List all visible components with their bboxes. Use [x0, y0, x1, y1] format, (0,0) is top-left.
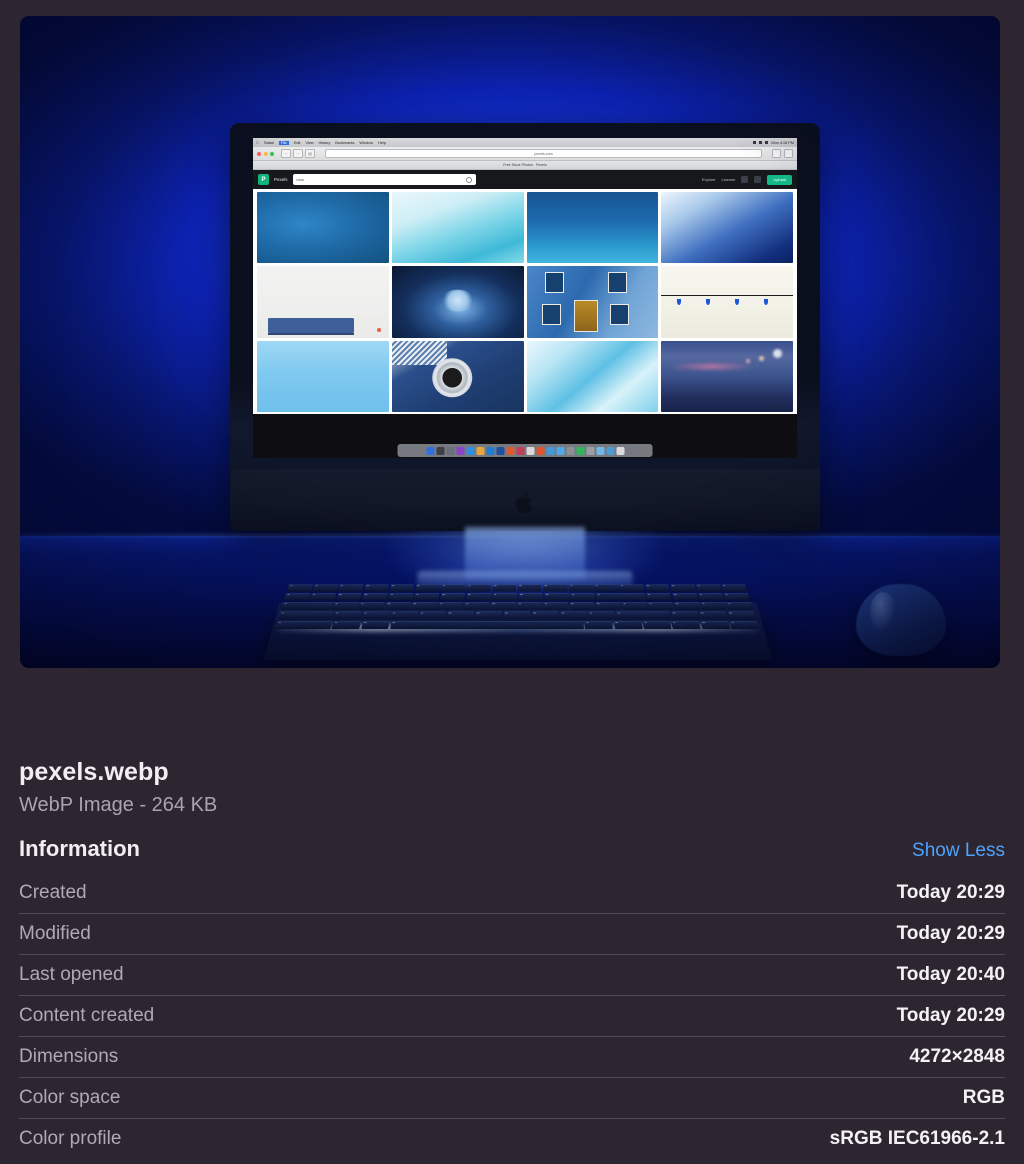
info-row: Modified Today 20:29: [19, 914, 1005, 955]
info-row-label: Modified: [19, 923, 91, 944]
info-row: Dimensions 4272×2848: [19, 1037, 1005, 1078]
info-row-value: sRGB IEC61966-2.1: [829, 1128, 1005, 1149]
information-rows: Created Today 20:29 Modified Today 20:29 Las…: [0, 873, 1024, 1159]
info-row-value: 4272×2848: [909, 1046, 1005, 1067]
information-section-header: Information Show Less: [0, 817, 1024, 862]
info-row-label: Color profile: [19, 1128, 122, 1149]
info-row: Content created Today 20:29: [19, 996, 1005, 1037]
show-less-toggle[interactable]: Show Less: [912, 840, 1005, 862]
info-row: Created Today 20:29: [19, 873, 1005, 914]
info-row-label: Last opened: [19, 964, 124, 985]
file-preview-image[interactable]:  Safari File Edit View History Bookmark…: [20, 16, 1000, 668]
page-title: pexels.webp: [19, 758, 169, 786]
file-info-panel: pexels.webp WebP Image - 264 KB Informat…: [0, 700, 1024, 1159]
info-row-value: Today 20:29: [896, 923, 1005, 944]
section-title: Information: [19, 836, 140, 861]
info-row-value: Today 20:29: [896, 1005, 1005, 1026]
info-row-label: Created: [19, 882, 87, 903]
info-row-value: Today 20:40: [896, 964, 1005, 985]
file-type-and-size: WebP Image - 264 KB: [19, 794, 218, 816]
info-row-label: Content created: [19, 1005, 155, 1026]
info-row-value: Today 20:29: [896, 882, 1005, 903]
info-row: Last opened Today 20:40: [19, 955, 1005, 996]
info-row-label: Color space: [19, 1087, 121, 1108]
info-row: Color profile sRGB IEC61966-2.1: [19, 1119, 1005, 1159]
photo-vignette: [20, 16, 1000, 668]
info-row-value: RGB: [962, 1087, 1005, 1108]
info-row: Color space RGB: [19, 1078, 1005, 1119]
info-row-label: Dimensions: [19, 1046, 119, 1067]
